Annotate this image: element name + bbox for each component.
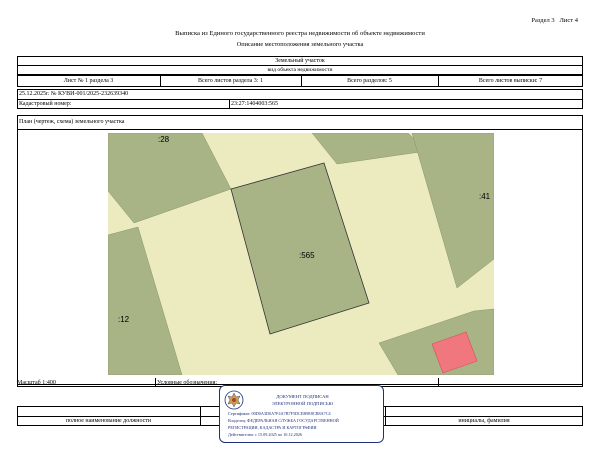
- electronic-signature-stamp: ДОКУМЕНТ ПОДПИСАН ЭЛЕКТРОННОЙ ПОДПИСЬЮ С…: [219, 385, 384, 443]
- stamp-title-line1: ДОКУМЕНТ ПОДПИСАН: [276, 394, 329, 399]
- plan-title: План (чертеж, схема) земельного участка: [19, 119, 125, 125]
- label-parcel-12: :12: [118, 315, 130, 324]
- stamp-title-line2: ЭЛЕКТРОННОЙ ПОДПИСЬЮ: [271, 401, 334, 406]
- stamp-certificate: Сертификат: 00D0A3D0A7F4A7B7F5DCEB9E8CB8…: [228, 411, 331, 416]
- total-sheets-extract: Всего листов выписки: 7: [478, 78, 543, 84]
- document-date-number: 25.12.2025г. № КУВИ-001/2025-232639340: [19, 91, 129, 97]
- label-parcel-28: :28: [158, 135, 170, 144]
- cadastral-plan-map: :28 :41 :565 :12: [108, 133, 494, 375]
- object-type-caption: вид объекта недвижимости: [267, 67, 333, 73]
- stamp-validity: Действителен: с 15.09.2025 по 10.12.2026: [228, 432, 303, 437]
- cadastral-number: 23:27:1404003:565: [231, 101, 279, 107]
- stamp-owner-line1: Владелец: ФЕДЕРАЛЬНАЯ СЛУЖБА ГОСУДАРСТВЕ…: [228, 418, 339, 423]
- sheet-of-section: Лист № 1 раздела 3: [63, 78, 114, 84]
- scale-label: Масштаб 1:400: [17, 379, 56, 386]
- section-sheet-label: Раздел 3 Лист 4: [531, 17, 579, 25]
- object-type: Земельный участок: [275, 57, 325, 64]
- sheet-label: Лист 4: [559, 17, 579, 24]
- emblem-icon: [224, 390, 244, 410]
- section-label: Раздел 3: [531, 17, 555, 24]
- stamp-owner-line2: РЕГИСТРАЦИИ, КАДАСТРА И КАРТОГРАФИИ: [228, 425, 317, 430]
- total-sheets-section: Всего листов раздела 3: 1: [198, 78, 263, 84]
- cadastral-label: Кадастровый номер:: [19, 101, 72, 107]
- document-subtitle: Описание местоположения земельного участ…: [236, 41, 364, 48]
- total-sections: Всего разделов: 5: [347, 78, 392, 84]
- name-caption: инициалы, фамилия: [458, 418, 510, 424]
- position-caption: полное наименование должности: [65, 418, 152, 424]
- document-title: Выписка из Единого государственного реес…: [175, 30, 425, 37]
- label-parcel-41: :41: [479, 192, 491, 201]
- label-parcel-565: :565: [299, 251, 315, 260]
